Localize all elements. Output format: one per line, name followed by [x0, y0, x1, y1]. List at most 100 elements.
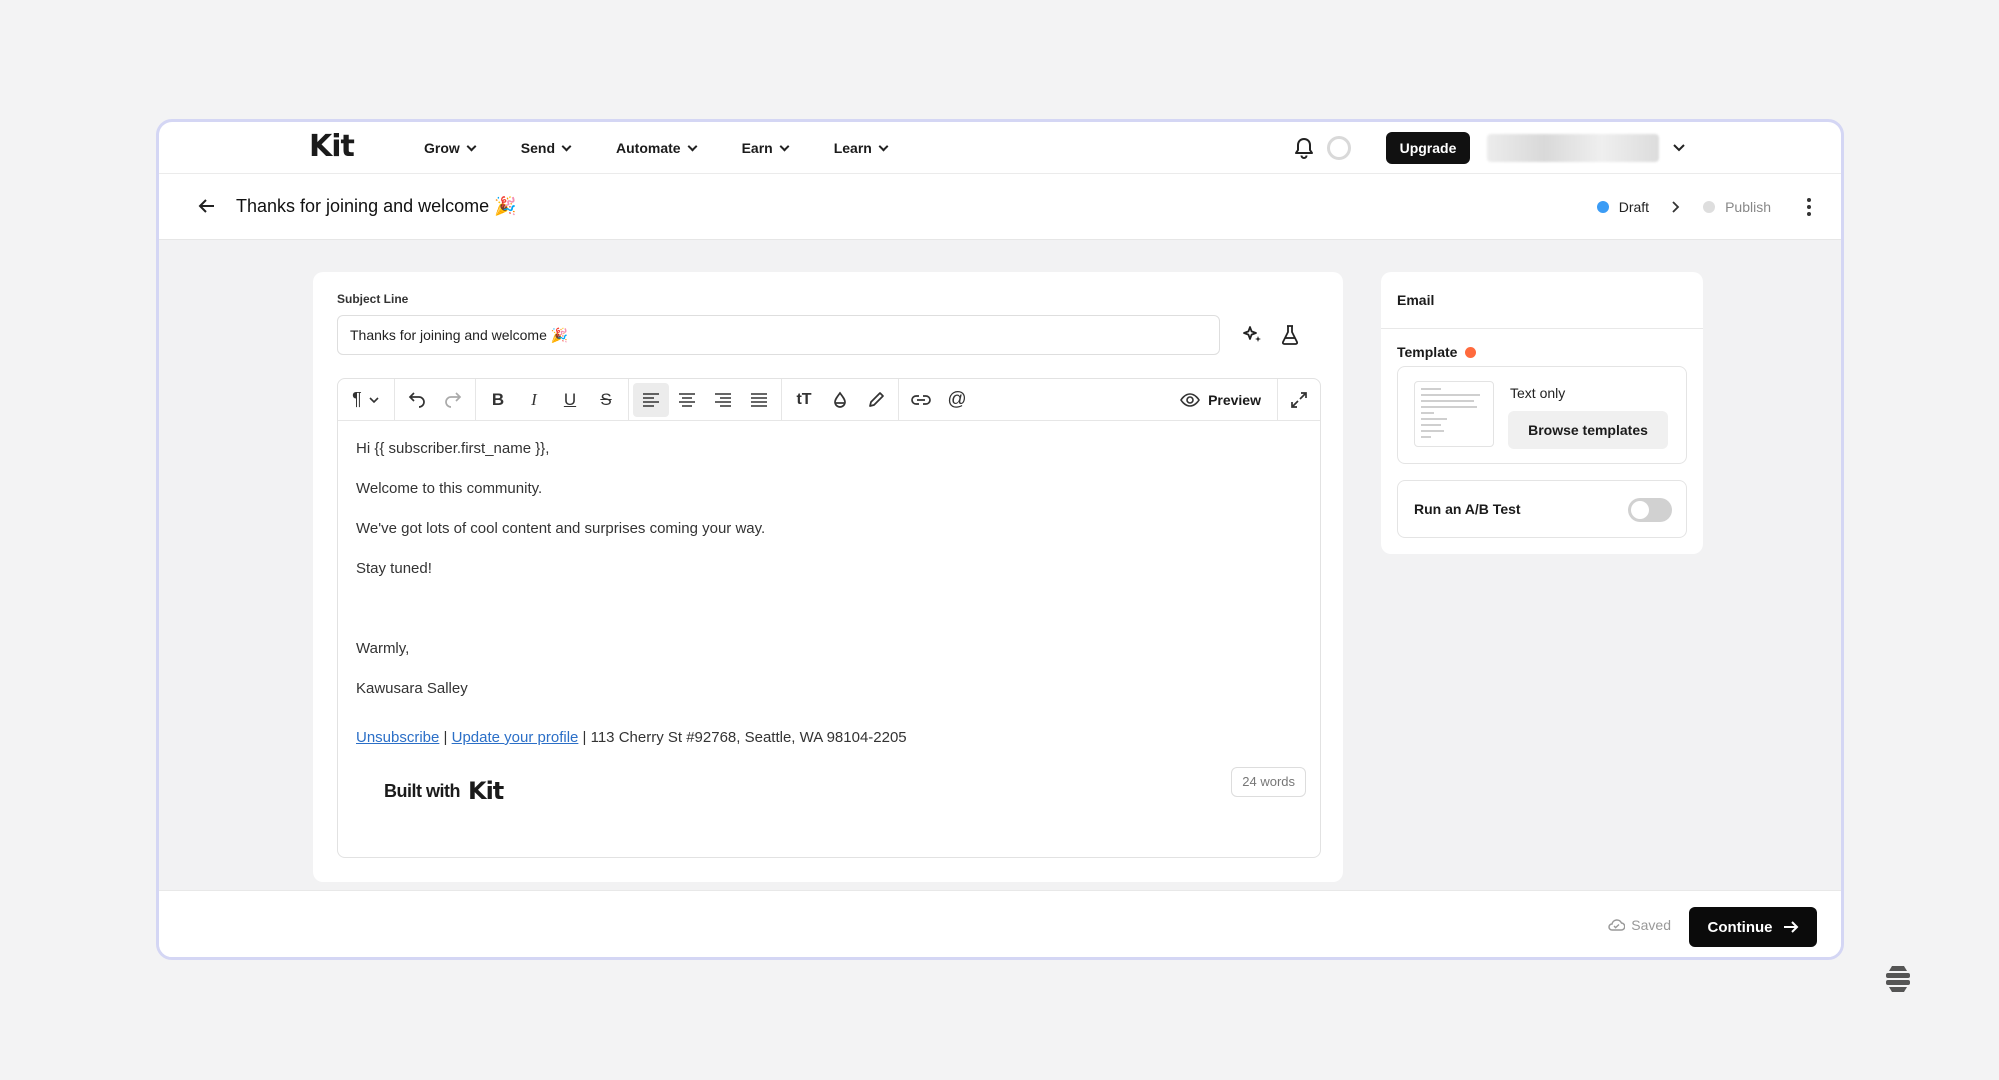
redo-button[interactable] — [435, 383, 471, 417]
bold-icon: B — [491, 389, 505, 409]
save-status: Saved — [1607, 917, 1671, 933]
nav-item-earn[interactable]: Earn — [741, 140, 790, 156]
status-circle-icon[interactable] — [1327, 136, 1351, 160]
nav-item-label: Send — [520, 140, 556, 156]
align-left-button[interactable] — [633, 382, 669, 417]
draft-dot-icon — [1596, 201, 1609, 213]
paragraph-style-button[interactable]: ¶ — [342, 383, 390, 417]
align-right-button[interactable] — [705, 383, 741, 417]
word-count: 24 words — [1231, 767, 1306, 797]
template-thumbnail[interactable] — [1414, 381, 1494, 447]
toolbar-group-paragraph: ¶ — [338, 378, 395, 421]
nav-item-grow[interactable]: Grow — [424, 140, 477, 156]
mention-button[interactable]: @ — [939, 383, 975, 417]
divider — [1381, 328, 1703, 329]
arrow-right-icon — [1783, 921, 1798, 933]
sparkle-ai-icon[interactable] — [1242, 324, 1264, 351]
more-options-icon[interactable] — [1807, 198, 1811, 216]
unsubscribe-link[interactable]: Unsubscribe — [356, 729, 439, 746]
subject-input[interactable]: Thanks for joining and welcome 🎉 — [337, 315, 1220, 355]
email-settings-panel: Email Template Text only Browse template… — [1381, 272, 1703, 554]
template-name: Text only — [1510, 385, 1566, 401]
nav-item-label: Earn — [741, 140, 773, 156]
font-size-button[interactable]: tT — [786, 383, 822, 417]
step-draft[interactable]: Draft — [1596, 199, 1649, 215]
nav-item-send[interactable]: Send — [520, 140, 572, 156]
undo-button[interactable] — [399, 383, 435, 417]
preview-label: Preview — [1208, 391, 1261, 408]
bottom-bar: Saved Continue — [159, 890, 1841, 957]
body-line: Kawusara Salley — [356, 680, 468, 697]
email-footer: Unsubscribe | Update your profile | 113 … — [356, 729, 907, 746]
align-center-icon — [679, 392, 695, 407]
toolbar-group-style: tT — [782, 378, 899, 421]
strikethrough-icon: S — [600, 389, 612, 409]
underline-button[interactable]: U — [552, 383, 588, 417]
template-status-dot — [1465, 346, 1477, 358]
at-sign-icon: @ — [947, 388, 967, 410]
template-label-text: Template — [1397, 344, 1458, 360]
highlight-button[interactable] — [858, 383, 894, 417]
panel-title: Email — [1397, 292, 1435, 308]
page-title: Thanks for joining and welcome 🎉 — [236, 196, 517, 216]
chevron-down-icon — [369, 396, 379, 403]
underline-icon: U — [563, 389, 577, 409]
bell-icon[interactable] — [1293, 136, 1315, 160]
step-publish[interactable]: Publish — [1703, 199, 1771, 215]
toolbar-right: Preview — [1164, 378, 1320, 421]
link-icon — [911, 394, 931, 405]
preview-button[interactable]: Preview — [1164, 378, 1278, 421]
chevron-down-icon — [878, 141, 889, 151]
built-with-badge[interactable]: Built with Kit — [384, 777, 504, 805]
toolbar-group-align — [629, 378, 782, 421]
eye-icon — [1180, 392, 1200, 407]
flask-icon[interactable] — [1280, 324, 1300, 351]
chevron-down-icon[interactable] — [1672, 140, 1686, 158]
upgrade-button[interactable]: Upgrade — [1386, 132, 1470, 164]
align-right-icon — [715, 392, 731, 407]
content-area: Subject Line Thanks for joining and welc… — [159, 240, 1841, 890]
bold-button[interactable]: B — [480, 383, 516, 417]
align-justify-button[interactable] — [741, 383, 777, 417]
nav-item-learn[interactable]: Learn — [833, 140, 889, 156]
chevron-down-icon — [561, 141, 572, 151]
footer-separator: | — [443, 729, 448, 746]
editor-toolbar: ¶ B I U S tT @ Preview — [338, 378, 1320, 421]
ab-test-toggle[interactable] — [1628, 498, 1672, 522]
built-with-logo: Kit — [467, 777, 504, 805]
strikethrough-button[interactable]: S — [588, 383, 624, 417]
saved-label: Saved — [1631, 917, 1671, 933]
email-body[interactable]: Hi {{ subscriber.first_name }}, Welcome … — [356, 439, 765, 719]
body-line: We've got lots of cool content and surpr… — [356, 520, 766, 537]
nav-item-label: Learn — [833, 140, 872, 156]
link-button[interactable] — [903, 383, 939, 417]
top-nav: Kit Grow Send Automate Earn Learn Upgrad… — [159, 122, 1841, 174]
text-color-button[interactable] — [822, 383, 858, 417]
rich-text-editor[interactable]: ¶ B I U S tT @ Preview Hi {{subscriber.… — [337, 378, 1321, 858]
toolbar-group-format: B I U S — [476, 378, 629, 421]
body-line: Welcome to this community. — [356, 480, 543, 497]
cloud-check-icon — [1608, 919, 1626, 931]
account-menu[interactable] — [1487, 134, 1659, 162]
kit-logo[interactable]: Kit — [309, 132, 355, 162]
main-menu: Grow Send Automate Earn Learn — [424, 122, 933, 174]
chevron-down-icon — [466, 141, 477, 151]
nav-item-label: Grow — [424, 140, 460, 156]
continue-button[interactable]: Continue — [1689, 907, 1817, 947]
publish-dot-icon — [1703, 201, 1716, 213]
update-profile-link[interactable]: Update your profile — [452, 729, 579, 746]
expand-button[interactable] — [1278, 379, 1320, 421]
browse-templates-button[interactable]: Browse templates — [1508, 411, 1668, 449]
app-window: Kit Grow Send Automate Earn Learn Upgrad… — [156, 119, 1844, 960]
align-justify-icon — [751, 392, 767, 407]
nav-item-automate[interactable]: Automate — [616, 140, 698, 156]
align-left-icon — [643, 392, 659, 407]
italic-button[interactable]: I — [516, 383, 552, 417]
subject-label: Subject Line — [337, 292, 409, 306]
body-line: Hi {{ subscriber.first_name }}, — [356, 440, 550, 457]
pencil-icon — [869, 391, 884, 407]
back-arrow-icon[interactable] — [197, 196, 217, 221]
align-center-button[interactable] — [669, 383, 705, 417]
ab-test-label: Run an A/B Test — [1414, 501, 1521, 517]
editor-card: Subject Line Thanks for joining and welc… — [313, 272, 1343, 882]
